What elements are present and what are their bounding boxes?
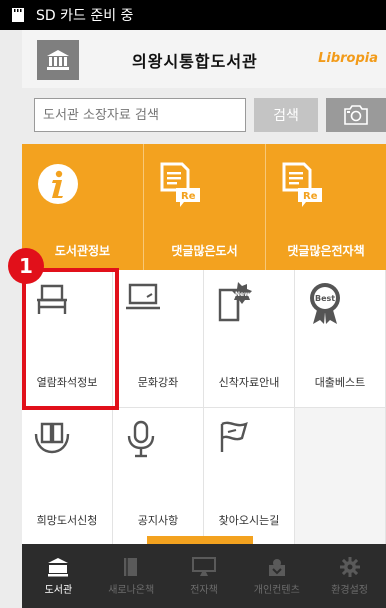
personal-content-icon	[268, 558, 285, 576]
nav-new-books[interactable]: 새로나온책	[95, 544, 168, 608]
menu-popular-books[interactable]: Re 댓글많은도서	[144, 144, 266, 270]
document-re-icon: Re	[158, 162, 202, 212]
search-input[interactable]	[34, 98, 246, 132]
nav-label: 전자책	[190, 584, 218, 596]
menu-new-arrivals[interactable]: New 신착자료안내	[204, 270, 295, 408]
menu-label: 신착자료안내	[218, 376, 280, 389]
nav-label: 도서관	[44, 584, 73, 596]
tablet-new-icon: New	[216, 282, 256, 328]
info-icon	[36, 162, 80, 210]
step-badge: 1	[8, 248, 44, 284]
best-medal-icon: Best	[307, 282, 343, 330]
bottom-nav: 도서관 새로나온책 전자책 개인컨텐츠 환경설정	[22, 544, 386, 608]
featured-menu: 도서관정보 Re 댓글많은도서 Re 댓글많은전자책	[22, 144, 386, 270]
menu-library-info[interactable]: 도서관정보	[22, 144, 144, 270]
menu-label: 댓글많은전자책	[287, 244, 365, 258]
nav-library[interactable]: 도서관	[22, 544, 95, 608]
nav-label: 환경설정	[331, 584, 368, 596]
nav-label: 개인컨텐츠	[253, 584, 300, 596]
page-title: 의왕시통합도서관	[132, 52, 258, 71]
menu-culture-class[interactable]: 문화강좌	[113, 270, 204, 408]
camera-icon	[344, 105, 368, 125]
library-icon	[48, 557, 69, 576]
menu-notices[interactable]: 공지사항	[113, 408, 204, 546]
svg-text:Re: Re	[181, 191, 196, 202]
nav-personal-content[interactable]: 개인컨텐츠	[240, 544, 313, 608]
menu-book-request[interactable]: 희망도서신청	[22, 408, 113, 546]
menu-directions[interactable]: 찾아오시는길	[204, 408, 295, 546]
menu-best-loans[interactable]: Best 대출베스트	[295, 270, 386, 408]
empty-tile	[295, 408, 386, 546]
book-hands-icon	[34, 420, 70, 460]
svg-text:New: New	[235, 291, 250, 298]
search-bar: 검색	[22, 88, 386, 144]
status-text: SD 카드 준비 중	[36, 8, 134, 24]
home-button[interactable]	[37, 40, 79, 80]
nav-label: 새로나온책	[108, 584, 155, 596]
highlight-box	[22, 268, 119, 410]
search-button[interactable]: 검색	[254, 98, 318, 132]
menu-popular-ebooks[interactable]: Re 댓글많은전자책	[266, 144, 386, 270]
status-bar: SD 카드 준비 중	[0, 0, 386, 30]
svg-text:Re: Re	[303, 191, 318, 202]
library-building-icon	[47, 50, 69, 70]
menu-label: 공지사항	[137, 514, 179, 527]
sd-card-icon	[12, 8, 24, 22]
scroll-indicator	[147, 536, 253, 544]
brand-logo: Libropia	[318, 51, 378, 66]
document-re-icon: Re	[280, 162, 324, 212]
gear-icon	[339, 556, 360, 577]
menu-label: 문화강좌	[137, 376, 179, 389]
monitor-icon	[191, 556, 216, 576]
menu-label: 대출베스트	[314, 376, 366, 389]
menu-label: 찾아오시는길	[218, 514, 280, 527]
laptop-icon	[125, 282, 161, 316]
nav-settings[interactable]: 환경설정	[313, 544, 386, 608]
nav-ebooks[interactable]: 전자책	[168, 544, 241, 608]
menu-label: 희망도서신청	[36, 514, 98, 527]
camera-button[interactable]	[326, 98, 386, 132]
microphone-icon	[125, 420, 157, 464]
flag-icon	[216, 420, 252, 460]
svg-text:Best: Best	[315, 294, 335, 303]
new-book-icon	[124, 557, 138, 576]
app-header: 의왕시통합도서관 Libropia	[22, 30, 386, 88]
menu-label: 댓글많은도서	[171, 244, 238, 258]
